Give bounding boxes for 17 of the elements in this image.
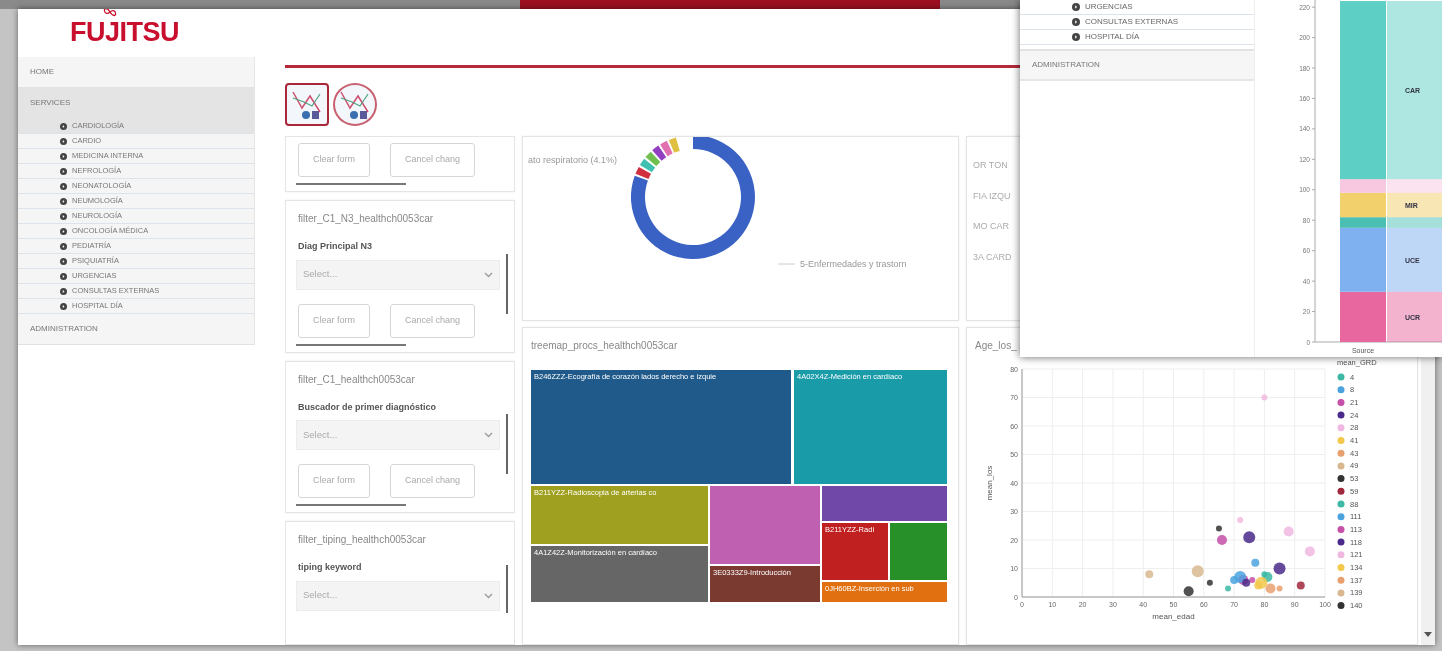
field-label: Diag Principal N3 (298, 240, 374, 253)
row-label: OR TON (973, 159, 1008, 172)
card-title: filter_C1_healthch0053car (298, 372, 416, 387)
field-label: Buscador de primer diagnóstico (298, 400, 438, 414)
axis-title: mean_edad (1152, 612, 1195, 621)
card-title: treemap_procs_healthch0053car (531, 339, 678, 353)
axis-title: mean_los (985, 465, 994, 501)
card-title: Age_los_ (975, 339, 1017, 353)
field-label: tiping keyword (298, 561, 363, 574)
card-title: filter_C1_N3_healthch0053car (298, 212, 435, 226)
row-label: 3A CARD (973, 250, 1012, 264)
logo-text: FUJITSU (70, 16, 179, 47)
row-label: MO CAR (973, 220, 1009, 233)
row-label: FIA IZQU (973, 189, 1011, 203)
slice-label: ato respiratorio (4.1%) (528, 155, 618, 165)
slice-label: 5-Enfermedades y trastorn (800, 259, 907, 269)
card-title: filter_tiping_healthch0053car (298, 533, 427, 547)
